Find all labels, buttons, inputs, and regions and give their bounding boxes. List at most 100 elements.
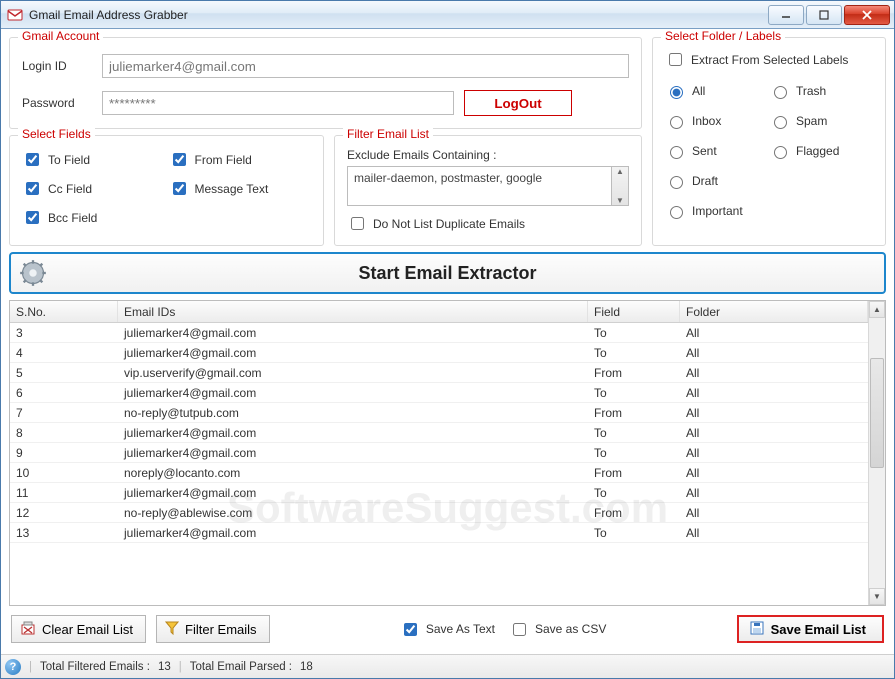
table-row[interactable]: 5vip.userverify@gmail.comFromAll <box>10 363 868 383</box>
bottom-toolbar: Clear Email List Filter Emails Save As T… <box>9 612 886 646</box>
checkbox-save-as-csv[interactable]: Save as CSV <box>509 620 606 639</box>
cell-folder: All <box>680 346 868 360</box>
table-row[interactable]: 4juliemarker4@gmail.comToAll <box>10 343 868 363</box>
cell-email: juliemarker4@gmail.com <box>118 426 588 440</box>
table-row[interactable]: 8juliemarker4@gmail.comToAll <box>10 423 868 443</box>
checkbox-from-field[interactable]: From Field <box>169 150 312 169</box>
cell-field: To <box>588 446 680 460</box>
checkbox-no-duplicates[interactable]: Do Not List Duplicate Emails <box>347 214 629 233</box>
scroll-down-icon[interactable]: ▼ <box>869 588 885 605</box>
scroll-up-icon[interactable]: ▲ <box>869 301 885 318</box>
cell-sno: 10 <box>10 466 118 480</box>
table-row[interactable]: 12no-reply@ablewise.comFromAll <box>10 503 868 523</box>
table-row[interactable]: 6juliemarker4@gmail.comToAll <box>10 383 868 403</box>
cell-sno: 6 <box>10 386 118 400</box>
col-sno[interactable]: S.No. <box>10 301 118 322</box>
cell-sno: 5 <box>10 366 118 380</box>
clear-label: Clear Email List <box>42 622 133 637</box>
titlebar: Gmail Email Address Grabber <box>1 1 894 29</box>
cell-field: To <box>588 326 680 340</box>
select-folder-group: Select Folder / Labels Extract From Sele… <box>652 37 886 246</box>
help-icon[interactable]: ? <box>5 659 21 675</box>
radio-label: All <box>692 84 705 98</box>
cell-folder: All <box>680 406 868 420</box>
radio-folder-draft[interactable]: Draft <box>665 173 769 189</box>
table-row[interactable]: 13juliemarker4@gmail.comToAll <box>10 523 868 543</box>
col-email-ids[interactable]: Email IDs <box>118 301 588 322</box>
filtered-label: Total Filtered Emails : <box>40 661 150 673</box>
cell-field: From <box>588 366 680 380</box>
checkbox-to-field[interactable]: To Field <box>22 150 165 169</box>
filter-emails-button[interactable]: Filter Emails <box>156 615 270 643</box>
radio-folder-spam[interactable]: Spam <box>769 113 873 129</box>
logout-button[interactable]: LogOut <box>464 90 572 116</box>
radio-folder-inbox[interactable]: Inbox <box>665 113 769 129</box>
minimize-button[interactable] <box>768 5 804 25</box>
checkbox-cc-field[interactable]: Cc Field <box>22 179 165 198</box>
cell-folder: All <box>680 486 868 500</box>
table-row[interactable]: 7no-reply@tutpub.comFromAll <box>10 403 868 423</box>
cell-field: To <box>588 426 680 440</box>
cell-sno: 9 <box>10 446 118 460</box>
table-row[interactable]: 11juliemarker4@gmail.comToAll <box>10 483 868 503</box>
radio-label: Inbox <box>692 114 721 128</box>
app-icon <box>7 7 23 23</box>
cell-field: To <box>588 346 680 360</box>
cell-folder: All <box>680 466 868 480</box>
extract-from-selected-label: Extract From Selected Labels <box>691 53 848 67</box>
parsed-value: 18 <box>300 661 313 673</box>
to-field-label: To Field <box>48 153 90 167</box>
checkbox-message-text[interactable]: Message Text <box>169 179 312 198</box>
cell-field: To <box>588 486 680 500</box>
parsed-label: Total Email Parsed : <box>190 661 292 673</box>
checkbox-save-as-text[interactable]: Save As Text <box>400 620 495 639</box>
exclude-scrollbar[interactable]: ▲▼ <box>612 166 629 206</box>
app-window: Gmail Email Address Grabber Gmail Accoun… <box>0 0 895 679</box>
funnel-icon <box>165 621 179 638</box>
checkbox-bcc-field[interactable]: Bcc Field <box>22 208 165 227</box>
col-field[interactable]: Field <box>588 301 680 322</box>
radio-label: Draft <box>692 174 718 188</box>
radio-label: Sent <box>692 144 717 158</box>
cell-email: juliemarker4@gmail.com <box>118 486 588 500</box>
start-email-extractor-button[interactable]: Start Email Extractor <box>9 252 886 294</box>
login-id-input[interactable] <box>102 54 629 78</box>
table-header: S.No. Email IDs Field Folder <box>10 301 868 323</box>
table-scrollbar[interactable]: ▲ ▼ <box>868 301 885 605</box>
cell-email: no-reply@tutpub.com <box>118 406 588 420</box>
close-button[interactable] <box>844 5 890 25</box>
content-area: Gmail Account Login ID Password LogOut S… <box>1 29 894 654</box>
cell-email: no-reply@ablewise.com <box>118 506 588 520</box>
status-bar: ? | Total Filtered Emails : 13 | Total E… <box>1 654 894 678</box>
cell-sno: 8 <box>10 426 118 440</box>
email-table: S.No. Email IDs Field Folder 3juliemarke… <box>9 300 886 606</box>
maximize-button[interactable] <box>806 5 842 25</box>
table-row[interactable]: 10noreply@locanto.comFromAll <box>10 463 868 483</box>
save-as-text-label: Save As Text <box>426 622 495 636</box>
checkbox-extract-from-selected[interactable]: Extract From Selected Labels <box>665 50 873 69</box>
filter-label: Filter Emails <box>185 622 257 637</box>
col-folder[interactable]: Folder <box>680 301 868 322</box>
radio-folder-sent[interactable]: Sent <box>665 143 769 159</box>
radio-folder-trash[interactable]: Trash <box>769 83 873 99</box>
cell-folder: All <box>680 526 868 540</box>
cell-email: juliemarker4@gmail.com <box>118 526 588 540</box>
cell-field: From <box>588 466 680 480</box>
table-row[interactable]: 3juliemarker4@gmail.comToAll <box>10 323 868 343</box>
clear-email-list-button[interactable]: Clear Email List <box>11 615 146 643</box>
table-row[interactable]: 9juliemarker4@gmail.comToAll <box>10 443 868 463</box>
exclude-textarea[interactable]: mailer-daemon, postmaster, google <box>347 166 612 206</box>
radio-folder-important[interactable]: Important <box>665 203 769 219</box>
radio-folder-flagged[interactable]: Flagged <box>769 143 873 159</box>
save-email-list-button[interactable]: Save Email List <box>737 615 884 643</box>
cell-folder: All <box>680 386 868 400</box>
cell-email: vip.userverify@gmail.com <box>118 366 588 380</box>
start-label: Start Email Extractor <box>11 263 884 284</box>
select-fields-group: Select Fields To Field From Field Cc Fie… <box>9 135 324 246</box>
window-controls <box>766 5 890 25</box>
save-icon <box>749 620 765 639</box>
radio-folder-all[interactable]: All <box>665 83 769 99</box>
password-input[interactable] <box>102 91 454 115</box>
cell-email: noreply@locanto.com <box>118 466 588 480</box>
scroll-thumb[interactable] <box>870 358 884 468</box>
